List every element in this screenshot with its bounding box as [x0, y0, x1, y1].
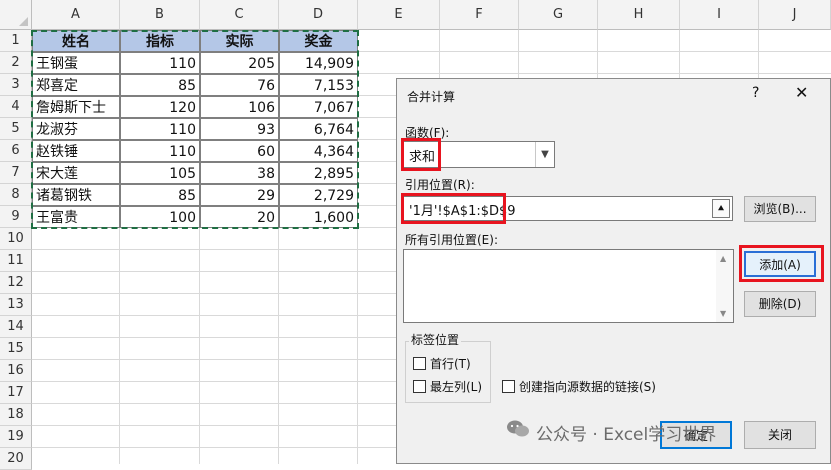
table-cell[interactable]: 100	[120, 206, 200, 228]
column-header-j[interactable]: J	[759, 0, 831, 30]
reference-value: '1月'!$A$1:$D$9	[409, 204, 516, 219]
table-cell[interactable]: 110	[120, 52, 200, 74]
column-header-c[interactable]: C	[200, 0, 279, 30]
function-value: 求和	[409, 150, 436, 165]
wechat-icon	[507, 420, 529, 437]
table-cell[interactable]: 205	[200, 52, 279, 74]
create-links-label: 创建指向源数据的链接(S)	[519, 380, 656, 394]
close-icon[interactable]: ✕	[795, 83, 808, 102]
label-position-title: 标签位置	[409, 331, 462, 348]
function-select[interactable]: 求和 ▼	[403, 141, 555, 168]
table-cell[interactable]: 85	[120, 74, 200, 96]
table-cell[interactable]: 29	[200, 184, 279, 206]
row-header[interactable]: 11	[0, 250, 32, 272]
column-header-d[interactable]: D	[279, 0, 358, 30]
column-header-h[interactable]: H	[598, 0, 680, 30]
add-button[interactable]: 添加(A)	[744, 251, 816, 277]
row-header[interactable]: 1	[0, 30, 32, 52]
table-cell[interactable]: 2,729	[279, 184, 358, 206]
table-cell[interactable]: 赵铁锤	[32, 140, 120, 162]
table-cell[interactable]: 诸葛钢铁	[32, 184, 120, 206]
table-cell[interactable]: 110	[120, 140, 200, 162]
table-cell[interactable]: 宋大莲	[32, 162, 120, 184]
row-header[interactable]: 12	[0, 272, 32, 294]
row-header[interactable]: 17	[0, 382, 32, 404]
reference-input[interactable]: '1月'!$A$1:$D$9 ⯅	[403, 196, 733, 221]
reference-label: 引用位置(R):	[405, 178, 475, 192]
scroll-up-icon[interactable]: ▲	[720, 254, 726, 263]
all-references-list[interactable]: ▲ ▼	[403, 249, 734, 323]
column-header-b[interactable]: B	[120, 0, 200, 30]
table-cell[interactable]: 60	[200, 140, 279, 162]
table-cell[interactable]: 詹姆斯下士	[32, 96, 120, 118]
table-cell[interactable]: 王钢蛋	[32, 52, 120, 74]
column-header-e[interactable]: E	[358, 0, 440, 30]
row-header[interactable]: 8	[0, 184, 32, 206]
table-cell[interactable]: 106	[200, 96, 279, 118]
row-header[interactable]: 4	[0, 96, 32, 118]
table-cell[interactable]: 20	[200, 206, 279, 228]
header-cell-name[interactable]: 姓名	[32, 30, 120, 52]
table-cell[interactable]: 2,895	[279, 162, 358, 184]
delete-button[interactable]: 删除(D)	[744, 291, 816, 317]
select-all-corner[interactable]	[0, 0, 32, 30]
table-cell[interactable]: 王富贵	[32, 206, 120, 228]
table-cell[interactable]: 14,909	[279, 52, 358, 74]
column-header-a[interactable]: A	[32, 0, 120, 30]
row-header[interactable]: 10	[0, 228, 32, 250]
row-header[interactable]: 16	[0, 360, 32, 382]
table-cell[interactable]: 7,153	[279, 74, 358, 96]
table-cell[interactable]: 7,067	[279, 96, 358, 118]
collapse-dialog-icon[interactable]: ⯅	[712, 199, 730, 218]
row-header[interactable]: 15	[0, 338, 32, 360]
row-header[interactable]: 9	[0, 206, 32, 228]
close-button[interactable]: 关闭	[744, 421, 816, 449]
scroll-down-icon[interactable]: ▼	[720, 309, 726, 318]
column-header-i[interactable]: I	[680, 0, 759, 30]
table-cell[interactable]: 龙淑芬	[32, 118, 120, 140]
row-header[interactable]: 14	[0, 316, 32, 338]
watermark: 公众号 · Excel学习世界	[507, 420, 717, 445]
table-cell[interactable]: 6,764	[279, 118, 358, 140]
function-label: 函数(F):	[405, 126, 450, 140]
header-cell-bonus[interactable]: 奖金	[279, 30, 358, 52]
header-cell-target[interactable]: 指标	[120, 30, 200, 52]
table-cell[interactable]: 38	[200, 162, 279, 184]
row-header[interactable]: 2	[0, 52, 32, 74]
consolidate-dialog: 合并计算 ? ✕ 函数(F): 求和 ▼ 引用位置(R): '1月'!$A$1:…	[396, 78, 831, 464]
column-header-f[interactable]: F	[440, 0, 519, 30]
table-cell[interactable]: 1,600	[279, 206, 358, 228]
row-header[interactable]: 6	[0, 140, 32, 162]
table-cell[interactable]: 4,364	[279, 140, 358, 162]
row-header[interactable]: 5	[0, 118, 32, 140]
row-header[interactable]: 20	[0, 448, 32, 470]
left-column-label: 最左列(L)	[430, 380, 483, 394]
top-row-label: 首行(T)	[430, 357, 471, 371]
create-links-checkbox[interactable]	[502, 380, 515, 393]
watermark-text: 公众号 · Excel学习世界	[536, 425, 717, 445]
table-cell[interactable]: 105	[120, 162, 200, 184]
table-cell[interactable]: 120	[120, 96, 200, 118]
all-references-label: 所有引用位置(E):	[405, 233, 498, 247]
row-header[interactable]: 3	[0, 74, 32, 96]
table-cell[interactable]: 93	[200, 118, 279, 140]
table-cell[interactable]: 110	[120, 118, 200, 140]
table-cell[interactable]: 85	[120, 184, 200, 206]
table-cell[interactable]: 郑喜定	[32, 74, 120, 96]
row-header[interactable]: 13	[0, 294, 32, 316]
help-icon[interactable]: ?	[752, 85, 759, 101]
table-cell[interactable]: 76	[200, 74, 279, 96]
left-column-checkbox[interactable]	[413, 380, 426, 393]
scrollbar[interactable]: ▲ ▼	[716, 250, 733, 322]
header-cell-actual[interactable]: 实际	[200, 30, 279, 52]
browse-button[interactable]: 浏览(B)...	[744, 196, 816, 222]
row-header[interactable]: 18	[0, 404, 32, 426]
column-header-g[interactable]: G	[519, 0, 598, 30]
dialog-title: 合并计算	[407, 90, 456, 104]
row-header[interactable]: 7	[0, 162, 32, 184]
top-row-checkbox[interactable]	[413, 357, 426, 370]
row-header[interactable]: 19	[0, 426, 32, 448]
chevron-down-icon[interactable]: ▼	[535, 142, 554, 167]
